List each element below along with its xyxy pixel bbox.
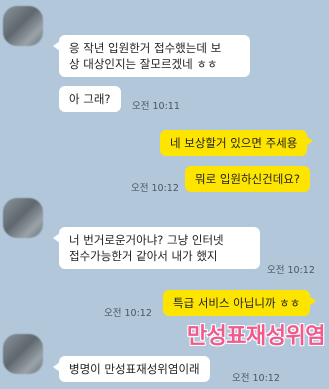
message-timestamp: 오전 10:11	[132, 101, 180, 112]
outgoing-message-bubble[interactable]: 네 보상할거 있으면 주세용	[160, 130, 314, 156]
message-timestamp: 오전 10:12	[104, 308, 152, 319]
highlight-caption: 만성표재성위염	[186, 324, 326, 349]
incoming-message-bubble[interactable]: 병명이 만성표재성위염이래	[53, 356, 210, 382]
message-text: 뭐로 입원하신건데요?	[195, 172, 300, 186]
message-text: 특급 서비스 아닙니까 ㅎㅎ	[173, 296, 301, 310]
message-timestamp: 오전 10:12	[131, 183, 179, 194]
friend-avatar[interactable]	[3, 334, 43, 374]
message-timestamp: 오전 10:12	[232, 373, 280, 384]
message-line: 너 번거로운거아냐? 그냥 인터넷	[69, 233, 224, 247]
message-text: 병명이 만성표재성위염이래	[69, 362, 200, 376]
message-timestamp: 오전 10:12	[267, 265, 315, 276]
message-text: 아 그래?	[69, 92, 111, 106]
incoming-message-bubble[interactable]: 너 번거로운거아냐? 그냥 인터넷 접수가능한거 같아서 내가 했지	[53, 227, 260, 269]
incoming-message-bubble[interactable]: 응 작년 입원한거 접수했는데 보 상 대상인지는 잘모르겠네 ㅎㅎ	[53, 35, 250, 77]
incoming-message-bubble[interactable]: 아 그래?	[59, 86, 121, 112]
message-line: 접수가능한거 같아서 내가 했지	[69, 249, 218, 263]
message-line: 응 작년 입원한거 접수했는데 보	[69, 41, 222, 55]
outgoing-message-bubble[interactable]: 뭐로 입원하신건데요?	[185, 166, 310, 192]
message-line: 상 대상인지는 잘모르겠네 ㅎㅎ	[69, 57, 218, 71]
outgoing-message-bubble[interactable]: 특급 서비스 아닙니까 ㅎㅎ	[163, 290, 317, 316]
message-text: 네 보상할거 있으면 주세용	[170, 136, 298, 150]
friend-avatar[interactable]	[3, 198, 43, 238]
friend-avatar[interactable]	[3, 6, 43, 46]
